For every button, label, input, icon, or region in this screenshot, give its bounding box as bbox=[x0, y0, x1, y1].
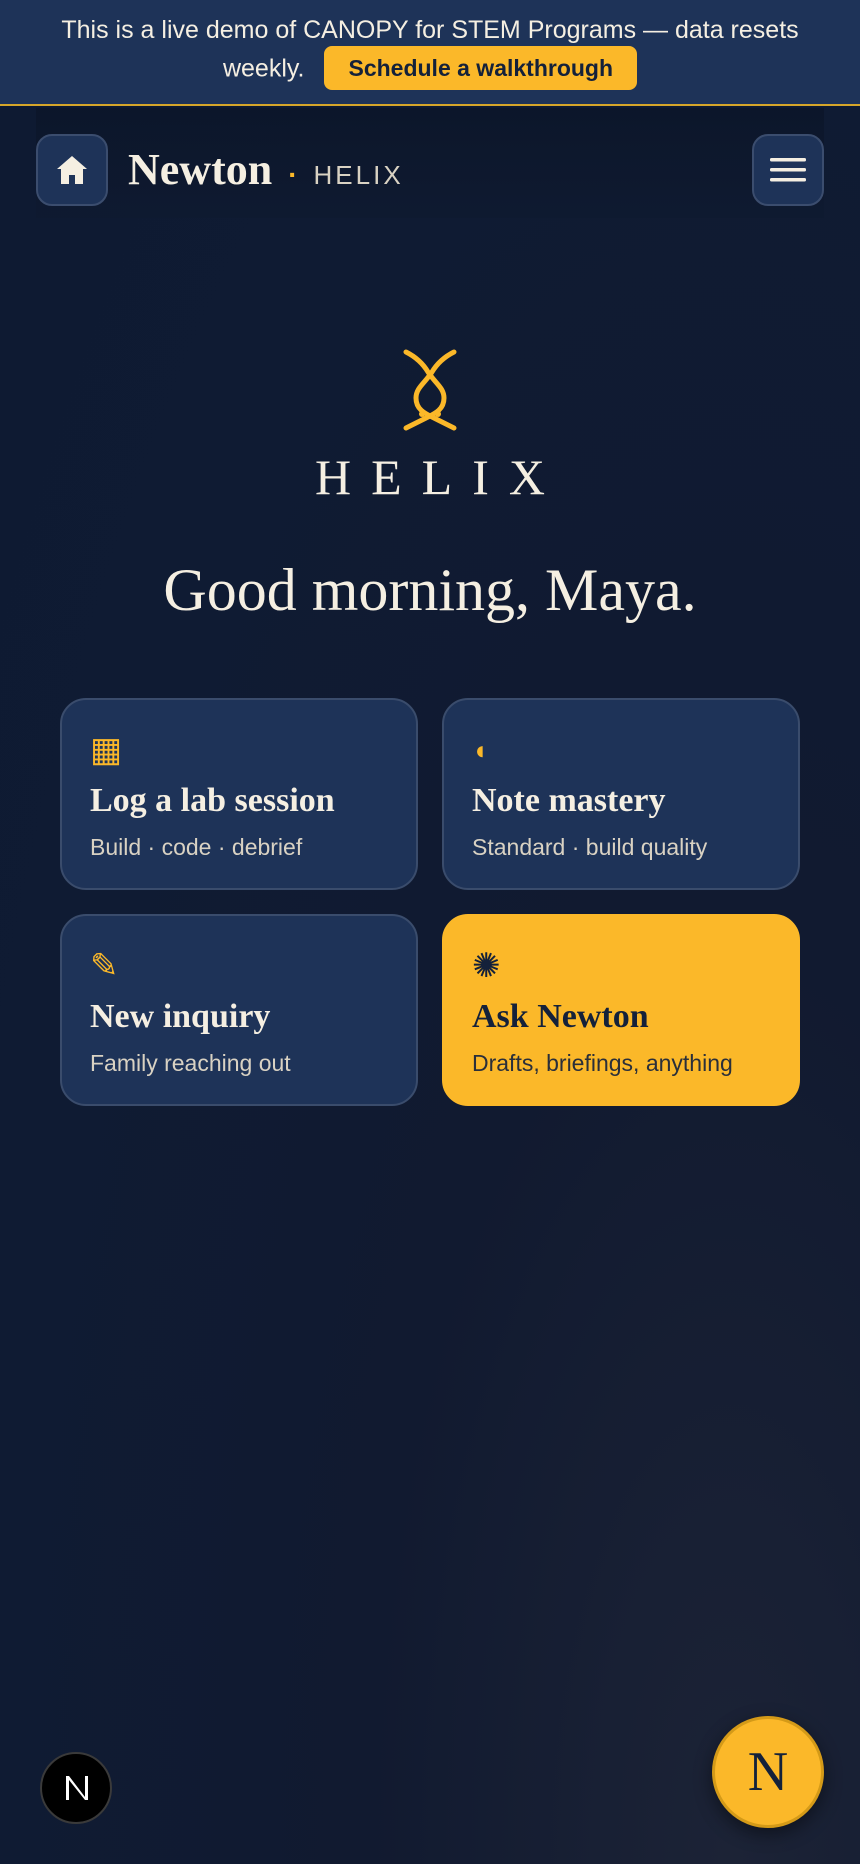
card-title: Ask Newton bbox=[472, 998, 649, 1035]
greeting-heading: Good morning, Maya. bbox=[163, 557, 697, 623]
card-title: New inquiry bbox=[90, 998, 271, 1035]
card-subtitle: Standard · build quality bbox=[472, 834, 708, 860]
note-mastery-card[interactable]: ◖ Note mastery Standard · build quality bbox=[442, 698, 800, 890]
pencil-icon: ✎ bbox=[90, 947, 119, 985]
ask-newton-fab[interactable]: N bbox=[712, 1716, 824, 1828]
ask-newton-card[interactable]: ✺ Ask Newton Drafts, briefings, anything bbox=[442, 914, 800, 1106]
brand-subtitle: HELIX bbox=[313, 160, 404, 190]
schedule-walkthrough-button[interactable]: Schedule a walkthrough bbox=[324, 46, 638, 90]
new-inquiry-card[interactable]: ✎ New inquiry Family reaching out bbox=[60, 914, 418, 1106]
n-logo-button[interactable] bbox=[40, 1752, 112, 1824]
hamburger-menu-icon bbox=[770, 158, 806, 182]
brand-name: Newton bbox=[128, 145, 273, 194]
helix-logo-icon bbox=[403, 349, 457, 431]
home-button[interactable] bbox=[36, 134, 108, 206]
menu-button[interactable] bbox=[752, 134, 824, 206]
card-subtitle: Build · code · debrief bbox=[90, 834, 303, 860]
home-icon bbox=[57, 156, 87, 184]
brand: Newton · HELIX bbox=[128, 144, 404, 195]
card-title: Note mastery bbox=[472, 782, 666, 819]
card-subtitle: Family reaching out bbox=[90, 1050, 291, 1076]
grid-icon: ▦ bbox=[90, 731, 123, 769]
sparkle-icon: ✺ bbox=[472, 947, 501, 985]
helix-wordmark: HELIX bbox=[315, 449, 565, 505]
demo-banner: This is a live demo of CANOPY for STEM P… bbox=[0, 0, 860, 106]
n-logo-icon bbox=[66, 1776, 88, 1800]
half-moon-icon: ◖ bbox=[472, 735, 488, 765]
log-lab-session-card[interactable]: ▦ Log a lab session Build · code · debri… bbox=[60, 698, 418, 890]
brand-separator: · bbox=[288, 159, 298, 190]
card-title: Log a lab session bbox=[90, 782, 335, 819]
top-header: Newton · HELIX bbox=[36, 108, 824, 218]
card-subtitle: Drafts, briefings, anything bbox=[472, 1050, 733, 1076]
